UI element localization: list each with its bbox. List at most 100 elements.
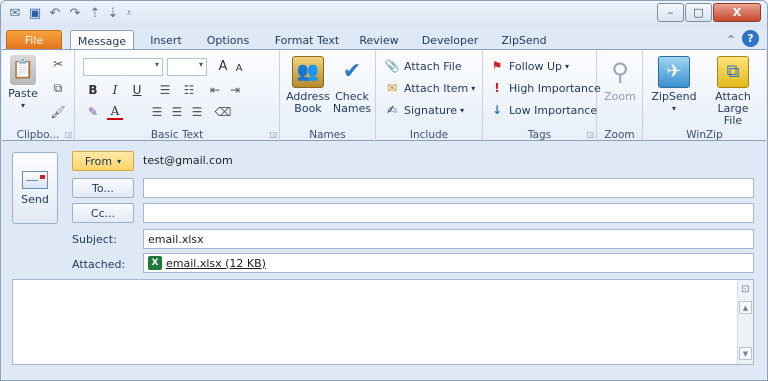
font-name-box[interactable]: ▾ [83, 58, 163, 76]
to-field[interactable] [143, 178, 754, 198]
dialog-launcher-icon[interactable]: ◲ [269, 130, 277, 139]
customize-toolbar-icon[interactable]: ⩡ [121, 5, 137, 21]
tab-developer[interactable]: Developer [415, 30, 485, 50]
clear-formatting-icon[interactable]: ⌫ [215, 104, 232, 120]
attach-item-label: Attach Item [404, 81, 469, 95]
attached-label: Attached: [72, 258, 126, 271]
align-center-icon[interactable]: ☰ [169, 104, 185, 120]
align-left-icon[interactable]: ☰ [149, 104, 165, 120]
tab-insert[interactable]: Insert [141, 30, 191, 50]
attach-large-file-button[interactable]: ⧉ Attach Large File [703, 56, 763, 127]
undo-icon[interactable]: ↶ [47, 5, 63, 21]
attach-large-file-label: Attach Large File [715, 90, 751, 127]
outlook-app-icon[interactable]: ✉ [7, 5, 23, 21]
outlook-message-window: ✉ ▣ ↶ ↷ ⇡ ⇣ ⩡ – □ X File Message Insert … [0, 0, 768, 381]
underline-button[interactable]: U [129, 82, 145, 98]
winzip-icon: ⧉ [717, 56, 749, 88]
group-label-tags: Tags [527, 129, 552, 141]
cc-button[interactable]: Cc... [72, 203, 134, 223]
increase-indent-icon[interactable]: ⇥ [227, 82, 243, 98]
cut-icon[interactable]: ✂ [50, 56, 66, 72]
check-names-button[interactable]: ✔ Check Names [332, 56, 372, 115]
tab-format-text[interactable]: Format Text [269, 30, 345, 50]
address-book-button[interactable]: 👥 Address Book [286, 56, 330, 115]
copy-icon[interactable]: ⧉ [50, 80, 66, 96]
low-importance-button[interactable]: ↓ Low Importance [489, 102, 597, 118]
highlight-icon[interactable]: ✎ [85, 104, 101, 120]
follow-up-label: Follow Up [509, 59, 563, 73]
close-button[interactable]: X [713, 3, 761, 22]
collapse-ribbon-icon[interactable]: ⌃ [723, 32, 739, 48]
maximize-button[interactable]: □ [685, 3, 712, 22]
attachment-link[interactable]: email.xlsx (12 KB) [166, 257, 266, 270]
ruler-toggle-icon[interactable]: ⊡ [739, 283, 752, 296]
shrink-font-icon[interactable]: A [231, 60, 247, 76]
dialog-launcher-icon[interactable]: ◲ [586, 130, 594, 139]
compose-area: Send From ▾ test@gmail.com To... Cc... Su… [2, 142, 766, 380]
check-names-label: Check Names [332, 90, 372, 115]
decrease-indent-icon[interactable]: ⇤ [207, 82, 223, 98]
attach-file-label: Attach File [404, 59, 462, 73]
to-button[interactable]: To... [72, 178, 134, 198]
bold-button[interactable]: B [85, 82, 101, 98]
group-label-winzip: WinZip [686, 129, 723, 141]
from-button[interactable]: From ▾ [72, 151, 134, 171]
title-bar: ✉ ▣ ↶ ↷ ⇡ ⇣ ⩡ – □ X [1, 1, 767, 27]
signature-icon: ✍ [386, 103, 398, 117]
dialog-launcher-icon[interactable]: ◲ [64, 130, 72, 139]
italic-button[interactable]: I [107, 82, 123, 98]
tab-message[interactable]: Message [70, 30, 134, 51]
grow-font-icon[interactable]: A [215, 58, 231, 74]
minimize-button[interactable]: – [657, 3, 684, 22]
redo-icon[interactable]: ↷ [67, 5, 83, 21]
font-color-icon[interactable]: A [107, 104, 123, 120]
signature-button[interactable]: ✍ Signature ▾ [384, 102, 464, 118]
paste-button[interactable]: 📋 Paste ▾ [5, 55, 41, 112]
help-icon[interactable]: ? [742, 30, 759, 47]
group-basic-text: ▾ ▾ A A B I U ☰ ☷ ⇤ ⇥ ✎ A ☰ ☰ ☰ ⌫ Basic … [75, 50, 280, 142]
high-importance-label: High Importance [509, 81, 601, 95]
arrow-up-icon[interactable]: ⇡ [87, 5, 103, 21]
arrow-down-icon[interactable]: ⇣ [105, 5, 121, 21]
follow-up-button[interactable]: ⚑ Follow Up ▾ [489, 58, 569, 74]
cc-field[interactable] [143, 203, 754, 223]
address-book-icon: 👥 [292, 56, 324, 88]
check-names-icon: ✔ [342, 59, 362, 84]
group-names: 👥 Address Book ✔ Check Names Names [280, 50, 376, 142]
group-label-basic-text: Basic Text [150, 129, 204, 141]
message-body[interactable]: ⊡ ▲ ▼ [12, 279, 754, 365]
tab-file[interactable]: File [6, 30, 62, 50]
zoom-button[interactable]: ⚲ Zoom [601, 56, 639, 103]
tab-options[interactable]: Options [199, 30, 257, 50]
group-label-clipboard: Clipbo... [16, 129, 60, 141]
magnifier-icon: ⚲ [611, 58, 629, 86]
send-button[interactable]: Send [12, 152, 58, 224]
send-icon [22, 170, 48, 189]
zipsend-icon: ✈ [658, 56, 690, 88]
ribbon-tabs: File Message Insert Options Format Text … [1, 27, 767, 51]
attach-file-button[interactable]: 📎 Attach File [384, 58, 462, 74]
scroll-up-icon[interactable]: ▲ [739, 301, 752, 314]
format-painter-icon[interactable]: 🖌 [50, 104, 66, 120]
subject-label: Subject: [72, 233, 117, 246]
zipsend-label: ZipSend [651, 90, 697, 103]
from-label: From [84, 154, 113, 168]
send-label: Send [21, 192, 49, 206]
tab-review[interactable]: Review [353, 30, 405, 50]
tab-zipsend[interactable]: ZipSend [493, 30, 555, 50]
bullets-icon[interactable]: ☰ [157, 82, 173, 98]
attach-item-button[interactable]: ✉ Attach Item ▾ [384, 80, 475, 96]
zipsend-button[interactable]: ✈ ZipSend ▾ [649, 56, 699, 115]
high-importance-button[interactable]: ! High Importance [489, 80, 601, 96]
save-icon[interactable]: ▣ [27, 5, 43, 21]
subject-field[interactable]: email.xlsx [143, 229, 754, 249]
align-right-icon[interactable]: ☰ [189, 104, 205, 120]
paperclip-icon: 📎 [384, 59, 400, 73]
scroll-down-icon[interactable]: ▼ [739, 347, 752, 360]
group-tags: ⚑ Follow Up ▾ ! High Importance ↓ Low Import… [483, 50, 601, 142]
vertical-scrollbar[interactable]: ⊡ ▲ ▼ [737, 280, 753, 364]
numbering-icon[interactable]: ☷ [181, 82, 197, 98]
group-include: 📎 Attach File ✉ Attach Item ▾ ✍ Signature ▾ I… [376, 50, 483, 142]
exclamation-icon: ! [494, 81, 500, 95]
font-size-box[interactable]: ▾ [167, 58, 207, 76]
